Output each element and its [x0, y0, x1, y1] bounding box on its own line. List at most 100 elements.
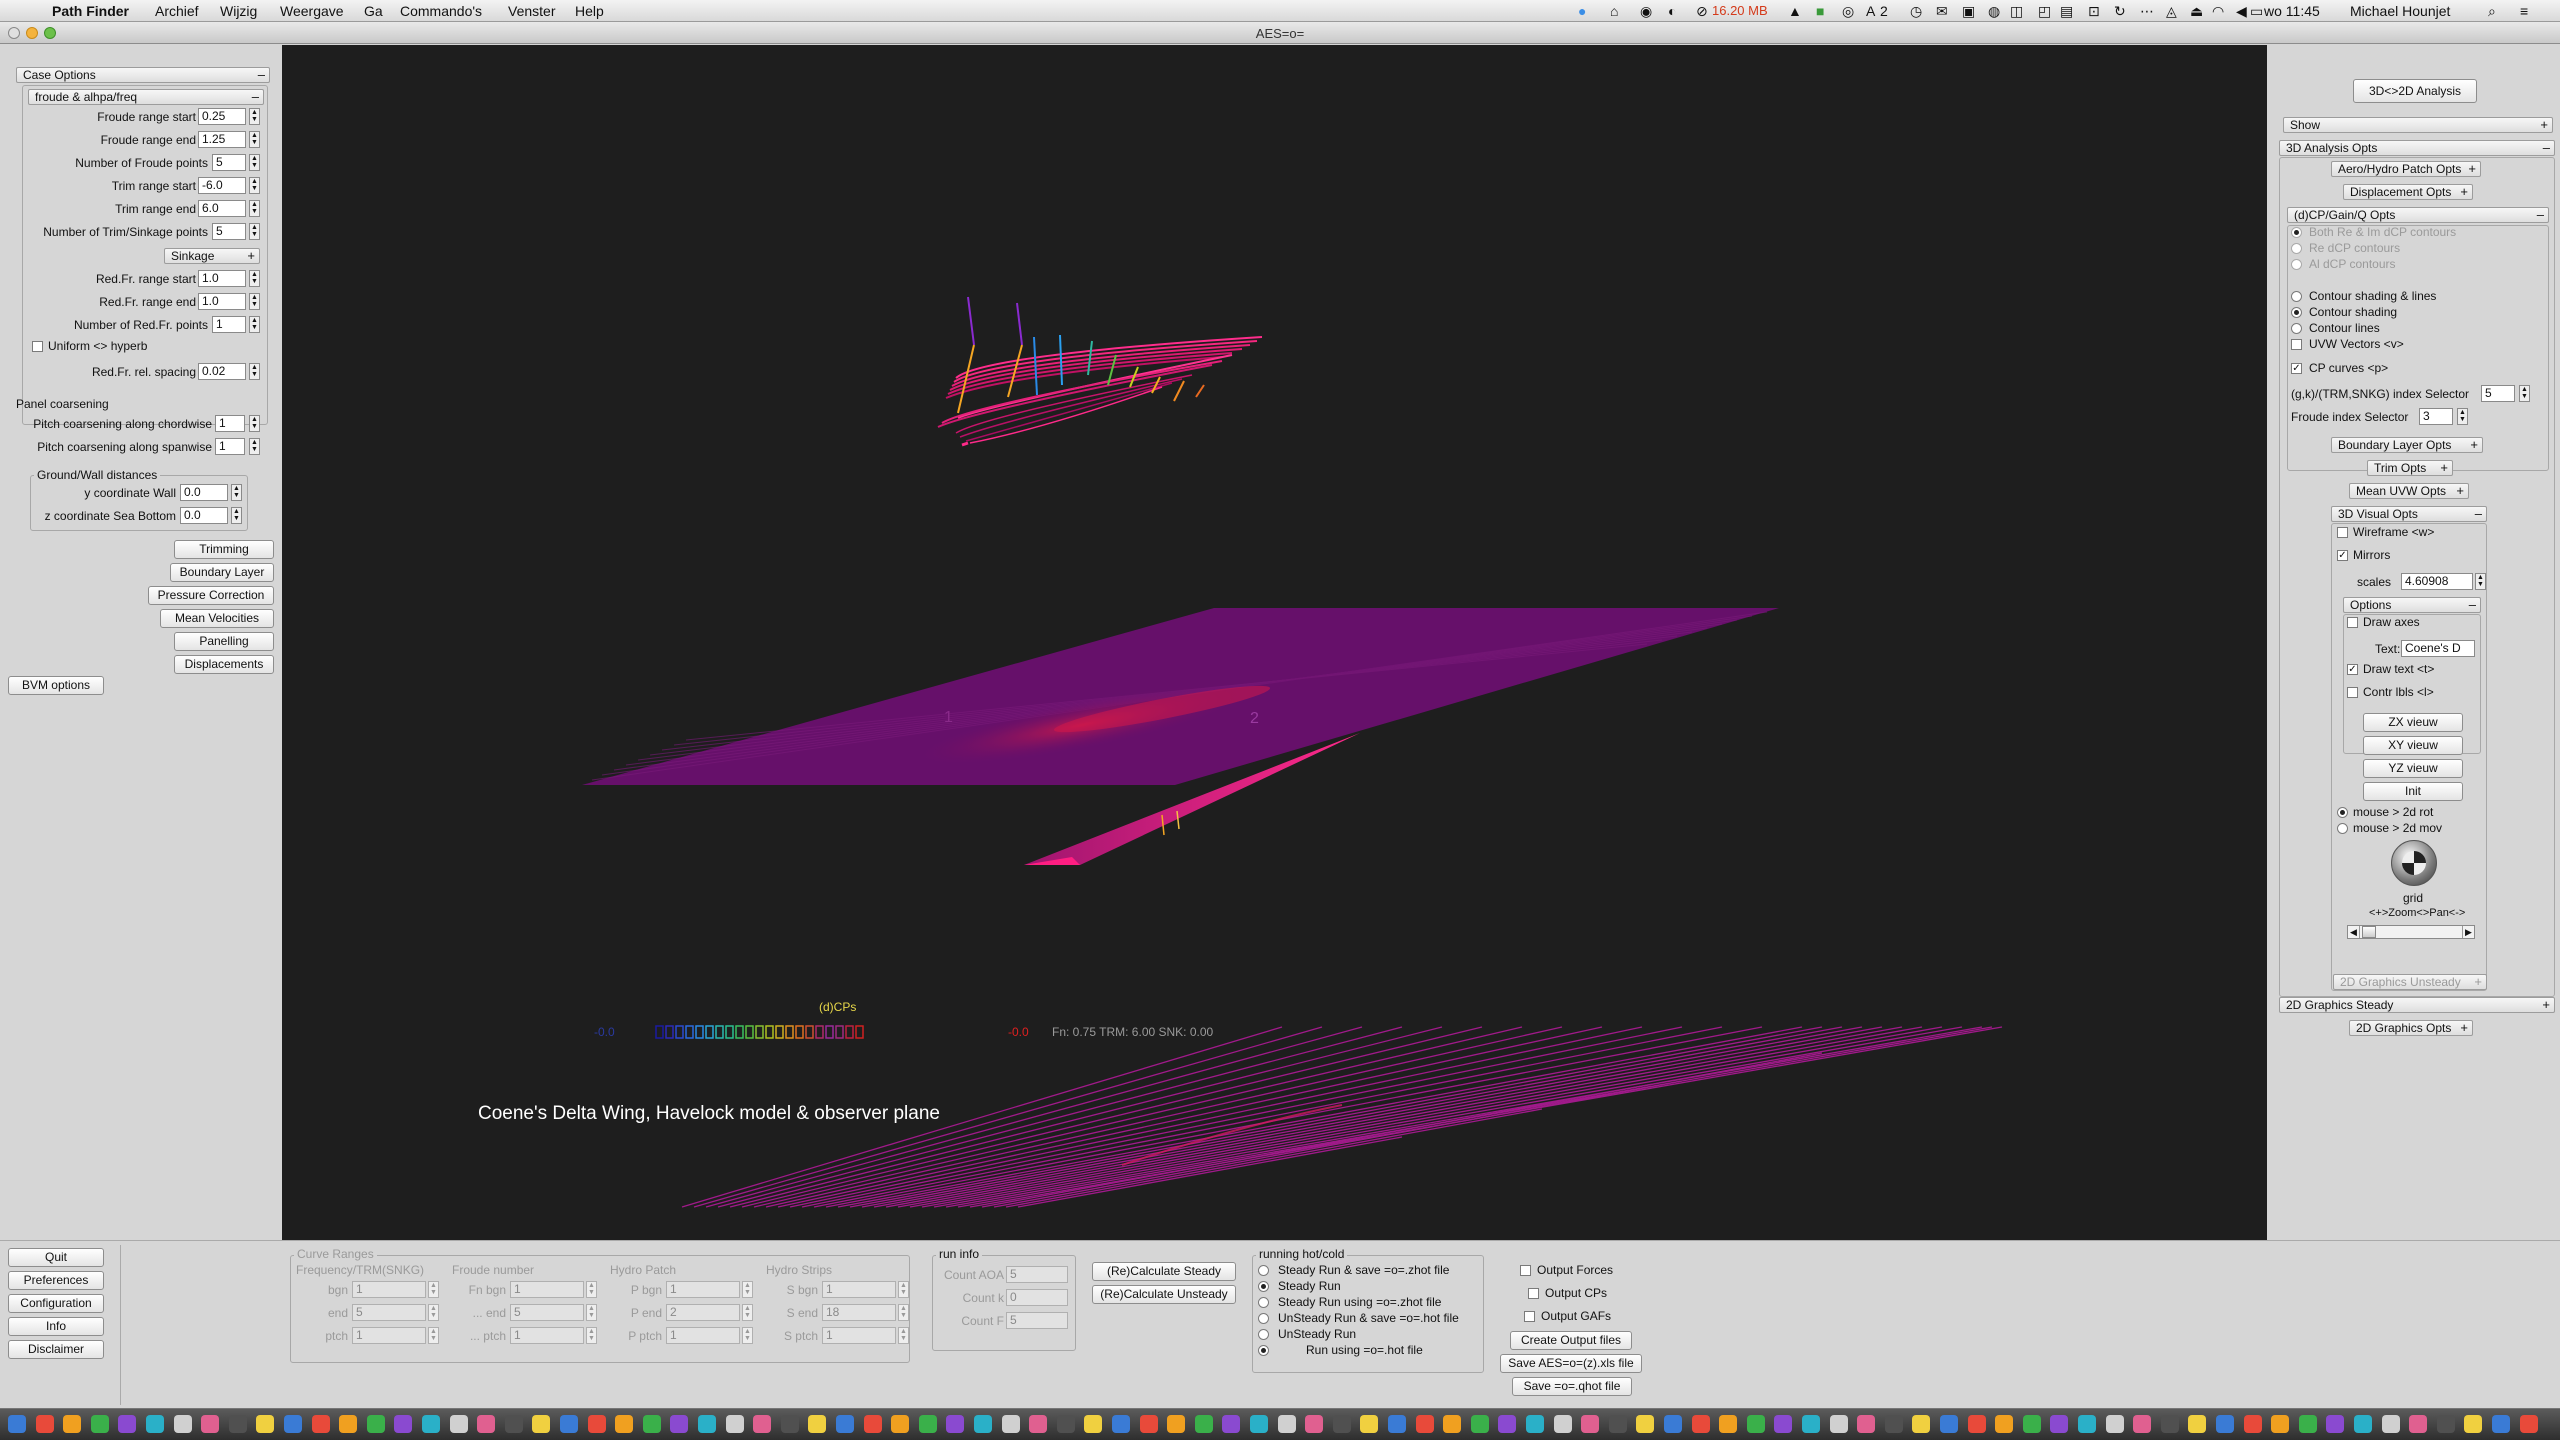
index-selector-field[interactable]: 5 — [2481, 385, 2515, 402]
redfr-spacing-stepper[interactable]: ▲ ▼ — [249, 363, 260, 380]
p-ptch-field[interactable]: 1 — [666, 1327, 740, 1344]
fn-end-field[interactable]: 5 — [510, 1304, 584, 1321]
dock-app-icon[interactable] — [808, 1415, 827, 1433]
save-qhot-button[interactable]: Save =o=.qhot file — [1512, 1377, 1632, 1396]
collapse-icon[interactable]: – — [2469, 598, 2476, 612]
preferences-button[interactable]: Preferences — [8, 1271, 104, 1290]
dock-app-icon[interactable] — [1636, 1415, 1655, 1433]
dock-app-icon[interactable] — [560, 1415, 578, 1433]
boundary-layer-button[interactable]: Boundary Layer — [170, 563, 274, 582]
froude-start-field[interactable]: 0.25 — [198, 108, 246, 125]
dock-app-icon[interactable] — [863, 1415, 882, 1433]
volume-icon[interactable]: ◀ — [2236, 3, 2247, 20]
slider-left-arrow-icon[interactable]: ◀ — [2348, 926, 2360, 938]
dock-app-icon[interactable] — [1277, 1415, 1296, 1433]
dock-app-icon[interactable] — [1112, 1415, 1130, 1433]
dock-app-icon[interactable] — [2133, 1415, 2152, 1433]
fn-ptch-field[interactable]: 1 — [510, 1327, 584, 1344]
memory-indicator[interactable]: 16.20 MB — [1712, 3, 1768, 18]
menu-wijzig[interactable]: Wijzig — [220, 3, 257, 19]
index-selector-stepper[interactable]: ▲ ▼ — [2519, 385, 2530, 402]
dock-app-icon[interactable] — [504, 1415, 523, 1433]
disclaimer-button[interactable]: Disclaimer — [8, 1340, 104, 1359]
dock-app-icon[interactable] — [477, 1415, 496, 1433]
freq-bgn-field[interactable]: 1 — [352, 1281, 426, 1298]
menu-commandos[interactable]: Commando's — [400, 3, 482, 19]
dock-app-icon[interactable] — [2409, 1415, 2428, 1433]
wireframe-checkbox[interactable] — [2337, 527, 2348, 538]
p-ptch-stepper[interactable]: ▲ ▼ — [742, 1327, 753, 1344]
cp-curves-checkbox[interactable]: ✓ — [2291, 363, 2302, 374]
configuration-button[interactable]: Configuration — [8, 1294, 104, 1313]
menu-help[interactable]: Help — [575, 3, 604, 19]
dock-app-icon[interactable] — [1360, 1415, 1379, 1433]
xy-view-button[interactable]: XY vieuw — [2363, 736, 2463, 755]
s-end-field[interactable]: 18 — [822, 1304, 896, 1321]
dock-app-icon[interactable] — [1802, 1415, 1820, 1433]
scales-field[interactable]: 4.60908 — [2401, 573, 2473, 590]
recalculate-unsteady-button[interactable]: (Re)Calculate Unsteady — [1092, 1285, 1236, 1304]
dock-app-icon[interactable] — [284, 1415, 302, 1433]
p-end-stepper[interactable]: ▲ ▼ — [742, 1304, 753, 1321]
redfr-spacing-field[interactable]: 0.02 — [198, 363, 246, 380]
dock-app-icon[interactable] — [698, 1415, 716, 1433]
status-icon[interactable]: ▲ — [1788, 3, 1802, 19]
mean-uvw-opts-section[interactable]: Mean UVW Opts + — [2349, 483, 2469, 499]
displacements-button[interactable]: Displacements — [174, 655, 274, 674]
froude-points-stepper[interactable]: ▲ ▼ — [249, 154, 260, 171]
collapse-icon[interactable]: – — [2543, 141, 2550, 155]
clock[interactable]: wo 11:45 — [2264, 3, 2320, 19]
status-icon[interactable]: ✉ — [1936, 3, 1948, 20]
dock-app-icon[interactable] — [1995, 1415, 2014, 1433]
dock-app-icon[interactable] — [1664, 1415, 1682, 1433]
expand-icon[interactable]: + — [2542, 998, 2550, 1012]
dock-app-icon[interactable] — [1857, 1415, 1876, 1433]
dock-app-icon[interactable] — [725, 1415, 744, 1433]
froude-start-stepper[interactable]: ▲ ▼ — [249, 108, 260, 125]
redfr-start-field[interactable]: 1.0 — [198, 270, 246, 287]
count-f-field[interactable]: 5 — [1006, 1312, 1068, 1329]
dock-app-icon[interactable] — [1498, 1415, 1517, 1433]
dock-app-icon[interactable] — [1940, 1415, 1958, 1433]
pressure-correction-button[interactable]: Pressure Correction — [148, 586, 274, 605]
status-icon[interactable]: ◬ — [2166, 3, 2177, 20]
dock-app-icon[interactable] — [1691, 1415, 1710, 1433]
dock-app-icon[interactable] — [201, 1415, 220, 1433]
trim-end-stepper[interactable]: ▲ ▼ — [249, 200, 260, 217]
redfr-end-field[interactable]: 1.0 — [198, 293, 246, 310]
fn-ptch-stepper[interactable]: ▲ ▼ — [586, 1327, 597, 1344]
dock-app-icon[interactable] — [1305, 1415, 1324, 1433]
status-icon[interactable]: ↻ — [2114, 3, 2126, 20]
freq-end-stepper[interactable]: ▲ ▼ — [428, 1304, 439, 1321]
show-section[interactable]: Show + — [2283, 117, 2553, 133]
fn-end-stepper[interactable]: ▲ ▼ — [586, 1304, 597, 1321]
status-icon[interactable]: ◍ — [1988, 3, 2000, 20]
draw-axes-checkbox[interactable] — [2347, 617, 2358, 628]
dock-app-icon[interactable] — [670, 1415, 689, 1433]
zx-view-button[interactable]: ZX vieuw — [2363, 713, 2463, 732]
dock-app-icon[interactable] — [2216, 1415, 2234, 1433]
status-icon[interactable]: ◰ — [2038, 3, 2051, 20]
dock-app-icon[interactable] — [1084, 1415, 1103, 1433]
quit-button[interactable]: Quit — [8, 1248, 104, 1267]
expand-icon[interactable]: + — [2468, 162, 2476, 176]
count-aoa-field[interactable]: 5 — [1006, 1266, 1068, 1283]
dock-app-icon[interactable] — [2492, 1415, 2510, 1433]
slider-right-arrow-icon[interactable]: ▶ — [2462, 926, 2474, 938]
dock-app-icon[interactable] — [146, 1415, 164, 1433]
expand-icon[interactable]: + — [2540, 118, 2548, 132]
trim-points-field[interactable]: 5 — [212, 223, 246, 240]
status-icon[interactable]: ◉ — [1640, 3, 1652, 20]
panelling-button[interactable]: Panelling — [174, 632, 274, 651]
dock-app-icon[interactable] — [1222, 1415, 1241, 1433]
dock-app-icon[interactable] — [2188, 1415, 2207, 1433]
dock-app-icon[interactable] — [891, 1415, 910, 1433]
rotation-trackball[interactable] — [2391, 840, 2437, 886]
trim-points-stepper[interactable]: ▲ ▼ — [249, 223, 260, 240]
wifi-icon[interactable]: ◠ — [2212, 3, 2224, 20]
dock-app-icon[interactable] — [2519, 1415, 2538, 1433]
dock-app-icon[interactable] — [35, 1415, 54, 1433]
trim-opts-section[interactable]: Trim Opts + — [2367, 460, 2453, 476]
menu-archief[interactable]: Archief — [155, 3, 199, 19]
zoom-pan-slider[interactable]: ◀ ▶ — [2347, 925, 2475, 939]
